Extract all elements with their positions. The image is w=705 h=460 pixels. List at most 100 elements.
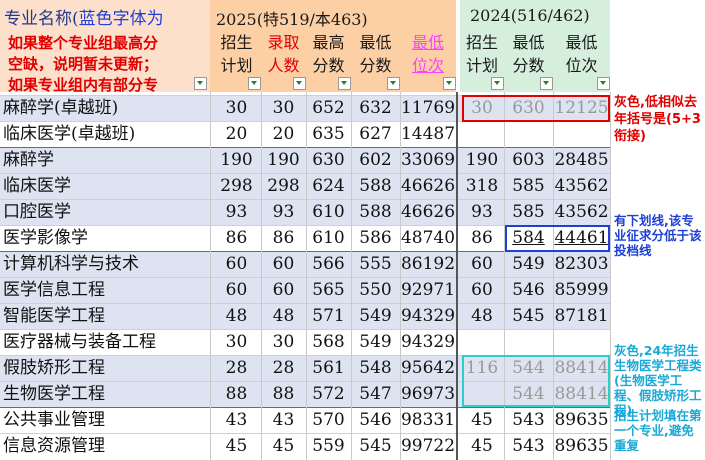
filter-dropdown-icon[interactable] <box>248 77 261 90</box>
cell-min24[interactable] <box>504 329 553 355</box>
cell-max25[interactable]: 572 <box>306 381 351 407</box>
cell-min25[interactable]: 627 <box>351 121 400 147</box>
major-name[interactable]: 临床医学(卓越班) <box>3 121 135 147</box>
filter-dropdown-icon[interactable] <box>597 77 610 90</box>
filter-dropdown-icon[interactable] <box>194 77 207 90</box>
cell-max25[interactable]: 610 <box>306 225 351 251</box>
cell-rank25[interactable]: 98331 <box>400 407 456 433</box>
cell-a25[interactable]: 60 <box>261 251 306 277</box>
cell-rank24[interactable] <box>553 329 610 355</box>
cell-a25[interactable]: 86 <box>261 225 306 251</box>
cell-p24[interactable] <box>460 121 504 147</box>
major-name[interactable]: 生物医学工程 <box>3 381 105 407</box>
cell-min25[interactable]: 548 <box>351 355 400 381</box>
cell-min25[interactable]: 547 <box>351 381 400 407</box>
major-name[interactable]: 公共事业管理 <box>3 407 105 433</box>
cell-p25[interactable]: 45 <box>212 433 261 459</box>
cell-min24[interactable]: 585 <box>504 199 553 225</box>
cell-max25[interactable]: 565 <box>306 277 351 303</box>
cell-min25[interactable]: 588 <box>351 173 400 199</box>
cell-p24[interactable]: 45 <box>460 433 504 459</box>
cell-rank24[interactable]: 43562 <box>553 173 610 199</box>
cell-p24[interactable] <box>460 329 504 355</box>
cell-rank25[interactable]: 48740 <box>400 225 456 251</box>
name-column-header[interactable]: 专业名称(蓝色字体为 如果整个专业组最高分 空缺，说明暂未更新； 如果专业组内有… <box>0 0 210 92</box>
cell-rank24[interactable]: 89635 <box>553 433 610 459</box>
cell-rank25[interactable]: 94329 <box>400 303 456 329</box>
cell-p24[interactable]: 86 <box>460 225 504 251</box>
cell-a25[interactable]: 20 <box>261 121 306 147</box>
cell-rank25[interactable]: 11769 <box>400 95 456 121</box>
cell-rank24[interactable]: 87181 <box>553 303 610 329</box>
major-name[interactable]: 智能医学工程 <box>3 303 105 329</box>
cell-a25[interactable]: 48 <box>261 303 306 329</box>
cell-min24[interactable]: 603 <box>504 147 553 173</box>
cell-min24[interactable]: 546 <box>504 277 553 303</box>
cell-max25[interactable]: 652 <box>306 95 351 121</box>
filter-dropdown-icon[interactable] <box>338 77 351 90</box>
cell-a25[interactable]: 298 <box>261 173 306 199</box>
cell-max25[interactable]: 610 <box>306 199 351 225</box>
major-name[interactable]: 临床医学 <box>3 173 71 199</box>
cell-rank24[interactable]: 28485 <box>553 147 610 173</box>
cell-max25[interactable]: 635 <box>306 121 351 147</box>
cell-rank25[interactable]: 46626 <box>400 173 456 199</box>
cell-p24[interactable]: 60 <box>460 251 504 277</box>
cell-min24[interactable]: 543 <box>504 407 553 433</box>
cell-min25[interactable]: 545 <box>351 433 400 459</box>
cell-min24[interactable]: 545 <box>504 303 553 329</box>
cell-min25[interactable]: 546 <box>351 407 400 433</box>
cell-a25[interactable]: 93 <box>261 199 306 225</box>
cell-max25[interactable]: 624 <box>306 173 351 199</box>
cell-p25[interactable]: 30 <box>212 95 261 121</box>
cell-rank25[interactable]: 96973 <box>400 381 456 407</box>
cell-p25[interactable]: 298 <box>212 173 261 199</box>
cell-min25[interactable]: 602 <box>351 147 400 173</box>
cell-rank24[interactable]: 82303 <box>553 251 610 277</box>
filter-dropdown-icon[interactable] <box>293 77 306 90</box>
major-name[interactable]: 医疗器械与装备工程 <box>3 329 156 355</box>
cell-min25[interactable]: 632 <box>351 95 400 121</box>
cell-p25[interactable]: 20 <box>212 121 261 147</box>
cell-max25[interactable]: 559 <box>306 433 351 459</box>
cell-max25[interactable]: 571 <box>306 303 351 329</box>
cell-a25[interactable]: 60 <box>261 277 306 303</box>
col-min-score-2024[interactable]: 最低 分数 <box>504 31 553 77</box>
col-min-score-2025[interactable]: 最低 分数 <box>351 31 400 77</box>
cell-min25[interactable]: 550 <box>351 277 400 303</box>
cell-a25[interactable]: 88 <box>261 381 306 407</box>
cell-min24[interactable]: 585 <box>504 173 553 199</box>
cell-rank25[interactable]: 33069 <box>400 147 456 173</box>
col-plan-2024[interactable]: 招生 计划 <box>460 31 504 77</box>
cell-rank24[interactable] <box>553 121 610 147</box>
cell-p24[interactable]: 93 <box>460 199 504 225</box>
cell-p25[interactable]: 86 <box>212 225 261 251</box>
cell-rank24[interactable]: 43562 <box>553 199 610 225</box>
filter-dropdown-icon[interactable] <box>443 77 456 90</box>
cell-max25[interactable]: 568 <box>306 329 351 355</box>
filter-dropdown-icon[interactable] <box>491 77 504 90</box>
cell-p25[interactable]: 88 <box>212 381 261 407</box>
cell-max25[interactable]: 630 <box>306 147 351 173</box>
cell-min25[interactable]: 549 <box>351 329 400 355</box>
cell-min24[interactable]: 543 <box>504 433 553 459</box>
major-name[interactable]: 麻醉学(卓越班) <box>3 95 118 121</box>
cell-rank24[interactable]: 89635 <box>553 407 610 433</box>
cell-max25[interactable]: 566 <box>306 251 351 277</box>
cell-max25[interactable]: 570 <box>306 407 351 433</box>
cell-rank25[interactable]: 14487 <box>400 121 456 147</box>
cell-a25[interactable]: 190 <box>261 147 306 173</box>
col-min-rank-2024[interactable]: 最低 位次 <box>553 31 610 77</box>
cell-min24[interactable]: 549 <box>504 251 553 277</box>
cell-rank25[interactable]: 94329 <box>400 329 456 355</box>
cell-min25[interactable]: 588 <box>351 199 400 225</box>
major-name[interactable]: 麻醉学 <box>3 147 54 173</box>
major-name[interactable]: 医学信息工程 <box>3 277 105 303</box>
cell-a25[interactable]: 45 <box>261 433 306 459</box>
major-name[interactable]: 假肢矫形工程 <box>3 355 105 381</box>
cell-rank25[interactable]: 99722 <box>400 433 456 459</box>
major-name[interactable]: 计算机科学与技术 <box>3 251 139 277</box>
cell-min24[interactable] <box>504 121 553 147</box>
cell-a25[interactable]: 30 <box>261 95 306 121</box>
major-name[interactable]: 医学影像学 <box>3 225 88 251</box>
